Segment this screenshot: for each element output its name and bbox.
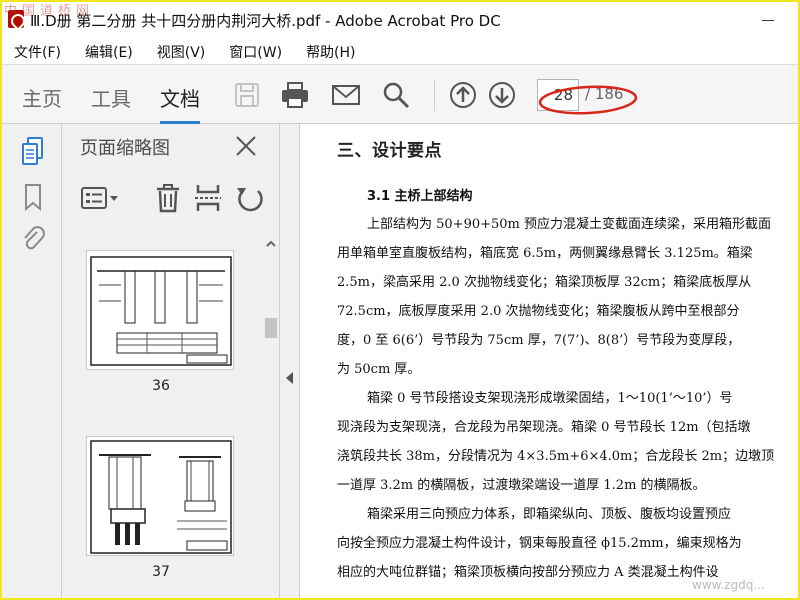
body-text-line: 用单箱单室直腹板结构，箱底宽 6.5m，两侧翼缘悬臂长 3.125m。箱梁: [337, 246, 753, 261]
panel-title: 页面缩略图: [80, 138, 170, 159]
attachments-icon[interactable]: [20, 224, 46, 254]
annotation-ellipse: [538, 85, 638, 115]
watermark-bottom: www.zgdq...: [692, 578, 765, 592]
search-icon[interactable]: [381, 80, 411, 110]
save-icon[interactable]: [232, 80, 262, 110]
body-text-line: 现浇段为支架现浇，合龙段为吊架现浇。箱梁 0 号节段长 12m（包括墩: [337, 420, 751, 435]
bookmarks-icon[interactable]: [20, 182, 46, 212]
scrollbar-thumb[interactable]: [265, 318, 277, 338]
menu-edit[interactable]: 编辑(E): [73, 38, 145, 64]
menu-bar: 文件(F) 编辑(E) 视图(V) 窗口(W) 帮助(H): [2, 38, 798, 64]
subsection-heading: 3.1 主桥上部结构: [367, 189, 473, 204]
thumbnail-list: 36 37: [62, 234, 260, 598]
window-title: Ⅲ.D册 第二分册 共十四分册内荆河大桥.pdf - Adobe Acrobat…: [30, 12, 501, 30]
page-options-icon[interactable]: [80, 182, 122, 214]
rotate-icon[interactable]: [234, 182, 266, 214]
title-bar: Ⅲ.D册 第二分册 共十四分册内荆河大桥.pdf - Adobe Acrobat…: [2, 2, 798, 36]
body-text-line: 为 50cm 厚。: [337, 362, 421, 377]
close-icon[interactable]: [234, 134, 258, 158]
extract-icon[interactable]: [192, 182, 224, 214]
menu-help[interactable]: 帮助(H): [294, 38, 367, 64]
body-text-line: 72.5cm，底板厚度采用 2.0 次抛物线变化；箱梁腹板从跨中至根部分: [337, 304, 740, 319]
body-text-line: 一道厚 3.2m 的横隔板，过渡墩梁端设一道厚 1.2m 的横隔板。: [337, 478, 706, 493]
panel-splitter[interactable]: [280, 124, 300, 598]
tab-tools[interactable]: 工具: [91, 83, 131, 112]
page-thumbnails-panel: 页面缩略图 36 37: [62, 124, 280, 598]
body-text-line: 2.5m，梁高采用 2.0 次抛物线变化；箱梁顶板厚 32cm；箱梁底板厚从: [337, 275, 752, 290]
menu-view[interactable]: 视图(V): [145, 38, 218, 64]
panel-toolbar: [62, 176, 280, 222]
scroll-up-icon[interactable]: [265, 238, 277, 250]
thumbnail-page-37[interactable]: [86, 436, 234, 556]
delete-icon[interactable]: [152, 182, 184, 214]
document-page: 三、设计要点 3.1 主桥上部结构 上部结构为 50+90+50m 预应力混凝土…: [337, 136, 798, 587]
minimize-button[interactable]: [754, 10, 784, 30]
section-heading: 三、设计要点: [337, 141, 442, 161]
body-text-line: 向按全预应力混凝土构件设计，钢束每股直径 ϕ15.2mm，编束规格为: [337, 536, 742, 551]
toolbar-separator: [434, 79, 435, 111]
email-icon[interactable]: [331, 80, 361, 110]
tab-home[interactable]: 主页: [22, 83, 62, 112]
prev-page-icon[interactable]: [448, 80, 478, 110]
tab-document[interactable]: 文档: [160, 83, 200, 124]
document-body: 上部结构为 50+90+50m 预应力混凝土变截面连续梁，采用箱形截面用单箱单室…: [337, 210, 798, 587]
body-text-line: 度，0 至 6(6’）号节段为 75cm 厚，7(7’)、8(8’）号节段为变厚…: [337, 333, 741, 348]
collapse-panel-icon[interactable]: [286, 372, 293, 384]
document-view[interactable]: 三、设计要点 3.1 主桥上部结构 上部结构为 50+90+50m 预应力混凝土…: [301, 124, 798, 598]
body-text-line: 浇筑段共长 38m，分段情况为 4×3.5m+6×4.0m；合龙段长 2m；边墩…: [337, 449, 775, 464]
watermark-top: 中国道桥网: [4, 4, 95, 19]
body-text-line: 上部结构为 50+90+50m 预应力混凝土变截面连续梁，采用箱形截面: [367, 217, 772, 232]
next-page-icon[interactable]: [487, 80, 517, 110]
toolbar: 主页 工具 文档 28 / 186: [2, 64, 798, 124]
menu-file[interactable]: 文件(F): [2, 38, 73, 64]
menu-window[interactable]: 窗口(W): [217, 38, 294, 64]
thumbnail-drawing: [90, 440, 232, 554]
thumbnail-page-36[interactable]: [86, 250, 234, 370]
body-text-line: 箱梁 0 号节段搭设支架现浇形成墩梁固结，1～10(1’～10’）号: [367, 391, 733, 406]
left-rail: [2, 124, 62, 598]
thumbnail-label: 37: [152, 564, 170, 580]
body-text-line: 箱梁采用三向预应力体系，即箱梁纵向、顶板、腹板均设置预应: [367, 507, 732, 522]
thumbnail-drawing: [90, 256, 232, 366]
print-icon[interactable]: [280, 80, 310, 110]
page-thumbnails-icon[interactable]: [20, 136, 46, 166]
thumbnail-label: 36: [152, 378, 170, 394]
thumbnail-scrollbar[interactable]: [262, 234, 280, 598]
